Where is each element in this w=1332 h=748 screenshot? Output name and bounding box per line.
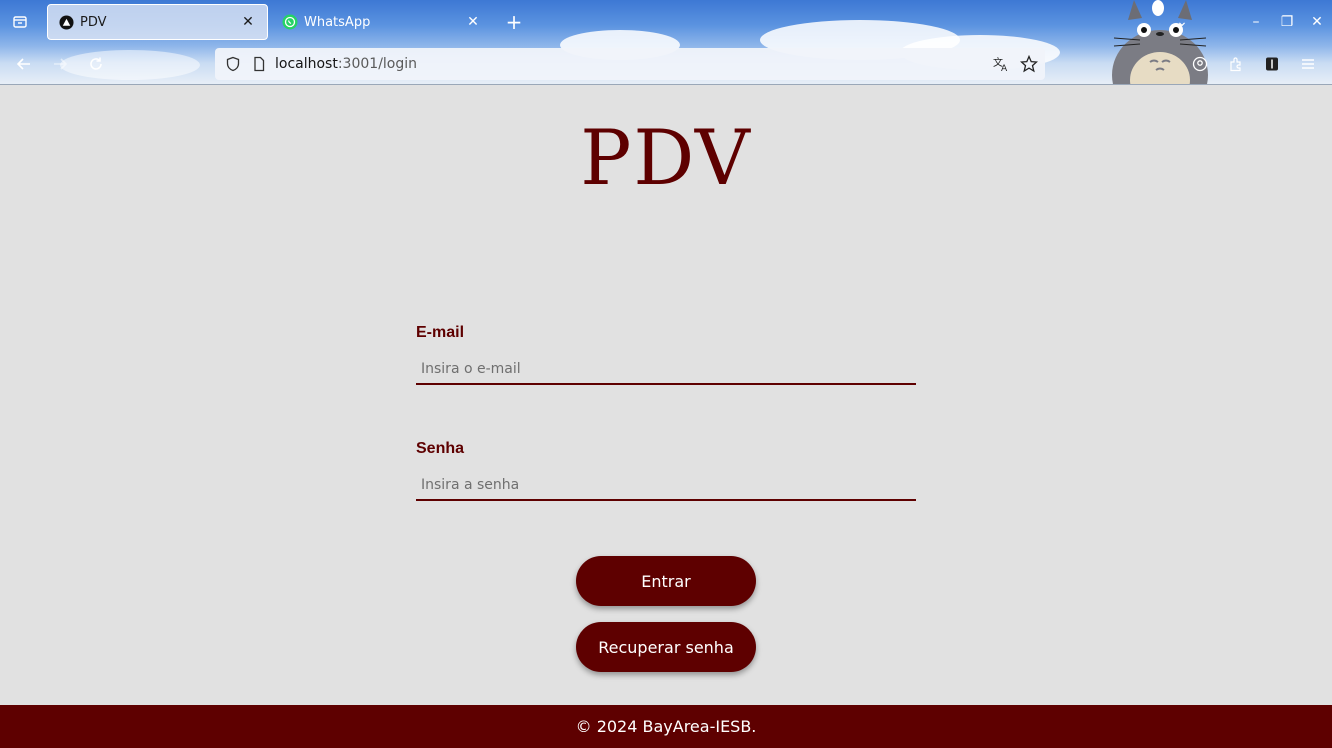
tab-list-button[interactable] [8,10,32,34]
account-icon[interactable] [1190,54,1210,74]
login-page: PDV E-mail Senha Entrar Recuperar senha [0,85,1332,705]
browser-chrome: PDV ✕ WhatsApp ✕ + localhost:3001/login… [0,0,1332,85]
shield-icon[interactable] [223,54,243,74]
email-label: E-mail [416,324,465,341]
bitwarden-icon[interactable] [1262,54,1282,74]
new-tab-button[interactable]: + [502,10,526,34]
email-field[interactable] [416,355,916,385]
arrow-right-icon [54,58,68,70]
menu-icon[interactable] [1298,54,1318,74]
footer: © 2024 BayArea-IESB. [0,705,1332,748]
close-tab-icon[interactable]: ✕ [239,13,257,31]
back-button[interactable] [12,52,36,76]
arrow-left-icon [16,58,30,70]
totoro-theme-image [1112,0,1208,84]
reload-button[interactable] [84,52,108,76]
tab-title: WhatsApp [304,14,371,30]
nextjs-icon [58,14,74,30]
restore-icon[interactable]: ❐ [1277,12,1297,32]
tab-pdv[interactable]: PDV ✕ [47,4,268,40]
close-window-icon[interactable]: ✕ [1307,12,1327,32]
reload-icon [90,57,102,70]
whatsapp-icon [282,14,298,30]
recover-password-button[interactable]: Recuperar senha [576,622,756,672]
close-tab-icon[interactable]: ✕ [464,13,482,31]
minimize-icon[interactable]: – [1246,12,1266,32]
svg-text:A: A [1001,64,1008,73]
forward-button[interactable] [48,52,72,76]
tab-title: PDV [80,14,107,30]
footer-text: © 2024 BayArea-IESB. [575,717,757,736]
password-field[interactable] [416,471,916,501]
login-button[interactable]: Entrar [576,556,756,606]
tabs-overflow-chevron-icon[interactable]: ⌄ [1172,12,1192,32]
tab-whatsapp[interactable]: WhatsApp ✕ [272,4,492,40]
app-logo: PDV [580,113,752,202]
password-label: Senha [416,440,465,457]
translate-icon[interactable]: 文A [991,54,1011,74]
url-host: localhost [275,56,338,72]
page-icon [249,54,269,74]
bookmark-star-icon[interactable] [1019,54,1039,74]
extensions-icon[interactable] [1226,54,1246,74]
address-bar[interactable]: localhost:3001/login 文A [215,48,1045,80]
url-path: :3001/login [337,56,418,72]
tab-list-icon [13,16,27,28]
